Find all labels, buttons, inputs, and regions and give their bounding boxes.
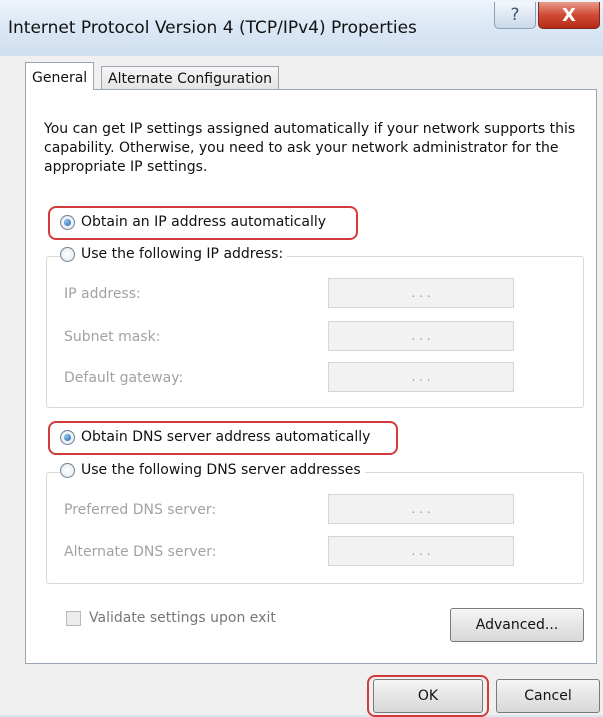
checkbox-icon: [66, 610, 81, 626]
tab-alternate-configuration[interactable]: Alternate Configuration: [101, 66, 280, 90]
tab-general[interactable]: General: [25, 62, 95, 90]
help-icon: ?: [510, 5, 520, 25]
validate-settings-label: Validate settings upon exit: [89, 610, 276, 626]
cancel-button[interactable]: Cancel: [496, 679, 600, 713]
general-tab-panel: You can get IP settings assigned automat…: [25, 89, 597, 664]
description-text: You can get IP settings assigned automat…: [44, 121, 576, 175]
default-gateway-input[interactable]: . . .: [328, 362, 514, 392]
close-icon: X: [562, 4, 576, 26]
default-gateway-label: Default gateway:: [64, 370, 184, 386]
advanced-button[interactable]: Advanced...: [450, 608, 584, 642]
ip-address-input[interactable]: . . .: [328, 278, 514, 308]
title-bar: Internet Protocol Version 4 (TCP/IPv4) P…: [0, 0, 603, 56]
validate-settings-checkbox[interactable]: Validate settings upon exit: [66, 610, 276, 626]
close-button[interactable]: X: [538, 2, 600, 29]
preferred-dns-label: Preferred DNS server:: [64, 502, 217, 518]
obtain-dns-automatically-radio[interactable]: Obtain DNS server address automatically: [60, 429, 375, 445]
use-following-dns-radio[interactable]: Use the following DNS server addresses: [60, 462, 365, 478]
help-button[interactable]: ?: [494, 2, 536, 29]
radio-checked-icon: [60, 214, 75, 230]
use-following-dns-label: Use the following DNS server addresses: [81, 462, 361, 478]
ok-button[interactable]: OK: [373, 679, 483, 713]
obtain-dns-automatically-label: Obtain DNS server address automatically: [81, 429, 371, 445]
window-title: Internet Protocol Version 4 (TCP/IPv4) P…: [8, 18, 417, 38]
alternate-dns-label: Alternate DNS server:: [64, 544, 217, 560]
dns-settings-group: [46, 472, 584, 584]
subnet-mask-input[interactable]: . . .: [328, 321, 514, 351]
use-following-ip-radio[interactable]: Use the following IP address:: [60, 246, 288, 262]
obtain-ip-automatically-label: Obtain an IP address automatically: [81, 214, 327, 230]
radio-unchecked-icon: [60, 246, 75, 262]
preferred-dns-input[interactable]: . . .: [328, 494, 514, 524]
ip-address-label: IP address:: [64, 286, 141, 302]
dialog-body: General Alternate Configuration You can …: [0, 56, 603, 717]
use-following-ip-label: Use the following IP address:: [81, 246, 284, 262]
alternate-dns-input[interactable]: . . .: [328, 536, 514, 566]
radio-unchecked-icon: [60, 462, 75, 478]
subnet-mask-label: Subnet mask:: [64, 329, 161, 345]
obtain-ip-automatically-radio[interactable]: Obtain an IP address automatically: [60, 214, 331, 230]
radio-checked-icon: [60, 429, 75, 445]
